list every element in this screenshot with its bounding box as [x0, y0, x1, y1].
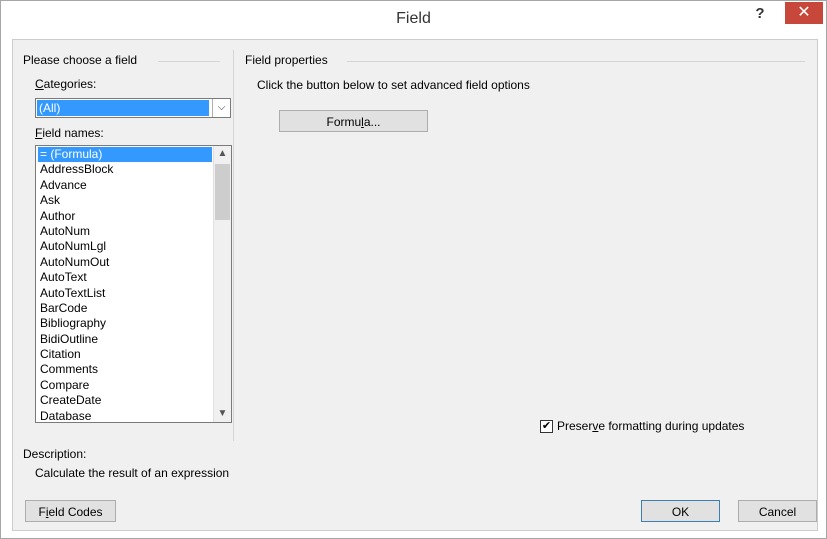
field-names-list[interactable]: = (Formula) AddressBlock Advance Ask Author A… — [35, 145, 232, 423]
field-dialog: Field ? ✕ Please choose a field Categori… — [0, 0, 827, 539]
categories-value: (All) — [37, 100, 209, 116]
list-item[interactable]: Author — [38, 209, 212, 224]
close-icon: ✕ — [797, 4, 811, 21]
categories-dropdown[interactable]: (All) ⌵ — [35, 98, 231, 118]
chevron-down-icon[interactable]: ▼ — [214, 406, 231, 422]
list-item[interactable]: AutoNum — [38, 224, 212, 239]
chevron-up-icon[interactable]: ▲ — [214, 146, 231, 162]
list-item[interactable]: Bibliography — [38, 316, 212, 331]
chevron-down-icon[interactable]: ⌵ — [212, 99, 230, 117]
list-item[interactable]: = (Formula) — [38, 147, 212, 163]
list-item[interactable]: AddressBlock — [38, 162, 212, 177]
group-divider — [158, 61, 220, 62]
description-label: Description: — [23, 447, 87, 461]
dialog-body: Please choose a field Categories: (All) … — [12, 39, 818, 531]
title-bar: Field ? ✕ — [1, 1, 826, 39]
list-item[interactable]: AutoNumOut — [38, 255, 212, 270]
field-names-scrollbar[interactable]: ▲ ▼ — [213, 146, 231, 422]
help-button[interactable]: ? — [748, 5, 772, 27]
field-names-items: = (Formula) AddressBlock Advance Ask Author A… — [38, 147, 212, 422]
description-text: Calculate the result of an expression — [35, 466, 230, 480]
preserve-formatting-label[interactable]: Preserve formatting during updates — [557, 419, 744, 433]
categories-label: Categories: — [35, 77, 97, 91]
list-item[interactable]: Comments — [38, 362, 212, 377]
instruction-text: Click the button below to set advanced f… — [257, 78, 530, 92]
list-item[interactable]: Compare — [38, 378, 212, 393]
group-divider — [347, 61, 805, 62]
list-item[interactable]: AutoTextList — [38, 286, 212, 301]
formula-button[interactable]: Formula... — [279, 110, 428, 132]
list-item[interactable]: Ask — [38, 193, 212, 208]
list-item[interactable]: BidiOutline — [38, 332, 212, 347]
list-item[interactable]: Database — [38, 409, 212, 422]
cancel-button[interactable]: Cancel — [738, 500, 817, 522]
list-item[interactable]: Advance — [38, 178, 212, 193]
list-item[interactable]: CreateDate — [38, 393, 212, 408]
choose-field-group-title: Please choose a field — [23, 53, 138, 67]
list-item[interactable]: BarCode — [38, 301, 212, 316]
field-properties-group-title: Field properties — [245, 53, 328, 67]
field-names-label: Field names: — [35, 126, 104, 140]
list-item[interactable]: Citation — [38, 347, 212, 362]
list-item[interactable]: AutoText — [38, 270, 212, 285]
list-item[interactable]: AutoNumLgl — [38, 239, 212, 254]
preserve-formatting-checkbox[interactable]: ✔ — [540, 420, 553, 433]
window-title: Field — [396, 10, 431, 27]
field-codes-button[interactable]: Field Codes — [25, 500, 116, 522]
vertical-divider — [233, 50, 234, 441]
ok-button[interactable]: OK — [641, 500, 720, 522]
checkmark-icon: ✔ — [541, 420, 552, 432]
close-button[interactable]: ✕ — [785, 2, 823, 24]
scroll-thumb[interactable] — [215, 164, 230, 220]
